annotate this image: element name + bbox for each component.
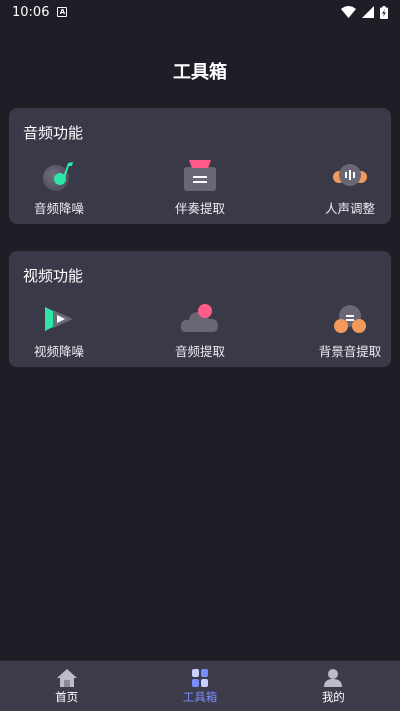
signal-icon — [362, 6, 374, 18]
status-bar: 10:06 A — [0, 0, 400, 24]
video-denoise-button[interactable]: 视频降噪 — [0, 301, 124, 360]
nav-label-toolbox: 工具箱 — [182, 689, 218, 704]
home-icon — [56, 668, 77, 687]
battery-icon — [380, 5, 388, 19]
tool-label: 背景音提取 — [318, 344, 382, 359]
video-denoise-icon — [45, 307, 73, 331]
nav-item-home[interactable]: 首页 — [0, 661, 133, 711]
accompaniment-extract-icon — [184, 160, 216, 191]
profile-icon — [324, 668, 343, 687]
nav-label-profile: 我的 — [321, 689, 345, 704]
toolbox-icon — [191, 668, 208, 687]
tool-label: 视频降噪 — [33, 344, 84, 359]
audio-section-card: 音频功能 音频降噪 伴奏提取 人声调整 — [9, 108, 391, 224]
tool-label: 音频降噪 — [33, 201, 84, 216]
accompaniment-extract-button[interactable]: 伴奏提取 — [135, 158, 265, 217]
bottom-nav: 首页 工具箱 我的 — [0, 660, 400, 711]
background-sound-extract-button[interactable]: 背景音提取 — [285, 301, 400, 360]
video-section-card: 视频功能 视频降噪 音频提取 背景音提取 — [9, 251, 391, 367]
nav-item-toolbox[interactable]: 工具箱 — [133, 661, 266, 711]
tool-label: 音频提取 — [174, 344, 225, 359]
audio-extract-icon — [180, 304, 218, 332]
audio-extract-button[interactable]: 音频提取 — [135, 301, 265, 360]
wifi-icon — [341, 6, 356, 18]
audio-section-title: 音频功能 — [23, 124, 84, 142]
audio-denoise-button[interactable]: 音频降噪 — [0, 158, 124, 217]
tool-label: 伴奏提取 — [174, 201, 225, 216]
video-section-title: 视频功能 — [23, 267, 84, 285]
audio-denoise-icon — [43, 162, 73, 191]
notification-icon: A — [57, 7, 68, 17]
nav-item-profile[interactable]: 我的 — [267, 661, 400, 711]
vocal-adjust-button[interactable]: 人声调整 — [285, 158, 400, 217]
page-title: 工具箱 — [173, 62, 227, 83]
nav-label-home: 首页 — [55, 689, 79, 704]
tool-label: 人声调整 — [324, 201, 375, 216]
status-time: 10:06 — [12, 4, 50, 20]
background-sound-extract-icon — [334, 305, 366, 333]
vocal-adjust-icon — [333, 164, 367, 186]
